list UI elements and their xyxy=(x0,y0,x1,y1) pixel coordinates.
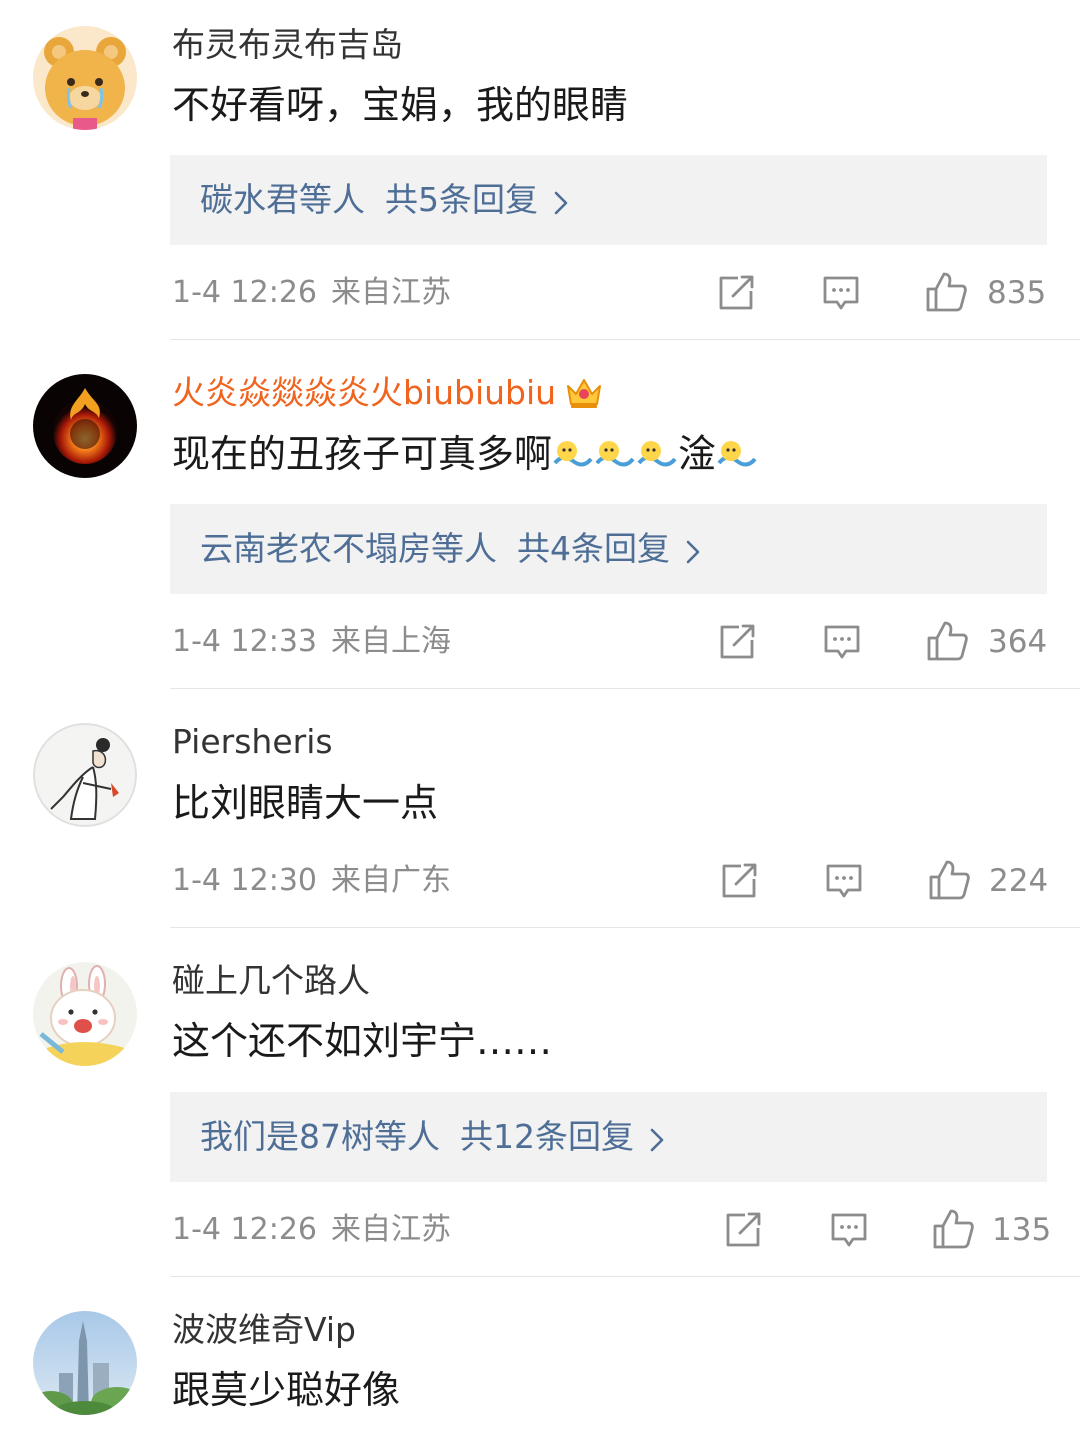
username[interactable]: 碰上几个路人 xyxy=(172,961,370,1001)
replies-link[interactable]: 我们是87树等人 共12条回复 xyxy=(170,1092,1047,1182)
like-icon[interactable] xyxy=(924,270,968,314)
comment-meta: 1-4 12:30 来自广东 xyxy=(172,861,451,901)
divider xyxy=(170,1276,1080,1277)
share-icon[interactable] xyxy=(723,1210,763,1250)
divider xyxy=(170,339,1080,340)
divider xyxy=(170,927,1080,928)
username: 火炎焱燚焱炎火biubiubiu xyxy=(172,373,557,412)
emoji-icon xyxy=(637,441,677,467)
share-icon[interactable] xyxy=(717,622,757,662)
chevron-right-icon xyxy=(554,159,568,249)
comment-location: 来自江苏 xyxy=(331,275,451,310)
comment-list: 布灵布灵布吉岛 不好看呀，宝娟，我的眼睛 碳水君等人 共5条回复 1-4 12:2… xyxy=(0,0,1080,1430)
like-count: 135 xyxy=(992,1212,1052,1248)
reply-count: 共12条回复 xyxy=(460,1117,634,1156)
reply-suffix: 等人 xyxy=(299,180,365,219)
chevron-right-icon xyxy=(686,508,700,598)
reply-author: 碳水君 xyxy=(200,180,299,219)
reply-count: 共5条回复 xyxy=(385,180,538,219)
like-icon[interactable] xyxy=(925,619,969,663)
comment-icon[interactable] xyxy=(829,1210,869,1250)
replies-link[interactable]: 碳水君等人 共5条回复 xyxy=(170,155,1047,245)
divider xyxy=(170,688,1080,689)
share-icon[interactable] xyxy=(719,861,759,901)
username[interactable]: 布灵布灵布吉岛 xyxy=(172,25,403,65)
reply-suffix: 等人 xyxy=(374,1117,440,1156)
chevron-right-icon xyxy=(650,1096,664,1186)
comment-text: 跟莫少聪好像 xyxy=(172,1368,401,1412)
comment-location: 来自上海 xyxy=(331,624,451,659)
comment-meta: 1-4 12:33 来自上海 xyxy=(172,622,451,662)
avatar-skyline[interactable] xyxy=(33,1311,137,1415)
emoji-icon xyxy=(553,441,593,467)
replies-link[interactable]: 云南老农不塌房等人 共4条回复 xyxy=(170,504,1047,594)
username[interactable]: Piersheris xyxy=(172,722,333,762)
comment-text: 现在的丑孩子可真多啊 淦 xyxy=(172,431,758,477)
username-vip[interactable]: 火炎焱燚焱炎火biubiubiu xyxy=(172,373,604,419)
like-icon[interactable] xyxy=(927,858,971,902)
comment-text-tail: 淦 xyxy=(678,432,717,476)
username[interactable]: 波波维奇Vip xyxy=(172,1310,356,1350)
reply-suffix: 等人 xyxy=(431,529,497,568)
comment-meta: 1-4 12:26 来自江苏 xyxy=(172,1210,451,1250)
like-count: 835 xyxy=(987,275,1047,311)
comment-item: 布灵布灵布吉岛 不好看呀，宝娟，我的眼睛 碳水君等人 共5条回复 1-4 12:2… xyxy=(0,0,1080,340)
comment-location: 来自广东 xyxy=(331,863,451,898)
avatar-fire[interactable] xyxy=(33,374,137,478)
comment-meta: 1-4 12:26 来自江苏 xyxy=(172,273,451,313)
comment-time: 1-4 12:26 xyxy=(172,1212,317,1247)
avatar-bear[interactable] xyxy=(33,26,137,130)
comment-text-main: 现在的丑孩子可真多啊 xyxy=(172,432,553,476)
comment-time: 1-4 12:33 xyxy=(172,624,317,659)
avatar-bunny[interactable] xyxy=(33,962,137,1066)
reply-author: 云南老农不塌房 xyxy=(200,529,431,568)
crown-icon xyxy=(564,374,604,419)
emoji-icon xyxy=(717,441,757,467)
comment-icon[interactable] xyxy=(824,861,864,901)
comment-time: 1-4 12:30 xyxy=(172,863,317,898)
avatar-sketch-girl[interactable] xyxy=(33,723,137,827)
like-count: 364 xyxy=(988,624,1048,660)
reply-count: 共4条回复 xyxy=(517,529,670,568)
reply-author: 我们是87树 xyxy=(200,1117,374,1156)
comment-icon[interactable] xyxy=(822,622,862,662)
emoji-icon xyxy=(595,441,635,467)
comment-text: 比刘眼睛大一点 xyxy=(172,781,439,825)
comment-icon[interactable] xyxy=(821,273,861,313)
like-count: 224 xyxy=(989,863,1049,899)
comment-text: 不好看呀，宝娟，我的眼睛 xyxy=(172,83,629,127)
comment-time: 1-4 12:26 xyxy=(172,275,317,310)
share-icon[interactable] xyxy=(716,273,756,313)
comment-text: 这个还不如刘宇宁…… xyxy=(172,1019,553,1063)
comment-location: 来自江苏 xyxy=(331,1212,451,1247)
like-icon[interactable] xyxy=(931,1207,975,1251)
